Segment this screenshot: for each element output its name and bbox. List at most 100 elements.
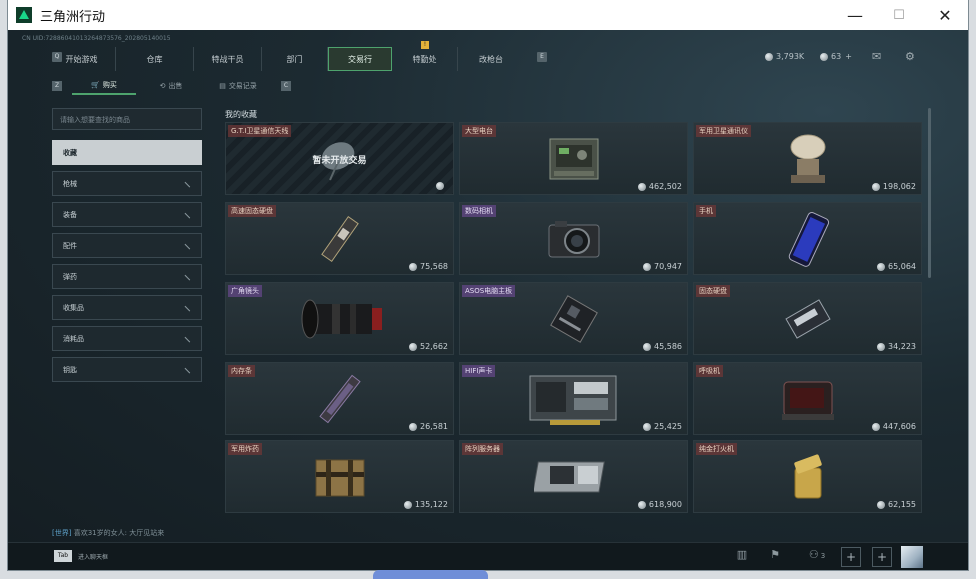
add-currency-button[interactable]: + bbox=[845, 52, 852, 61]
lighter-icon bbox=[793, 453, 822, 498]
coin-icon bbox=[765, 52, 773, 61]
item-price: 618,900 bbox=[637, 500, 682, 509]
tab-label: 部门 bbox=[286, 54, 303, 64]
tab-key[interactable]: Tab bbox=[54, 550, 72, 562]
filter-label: 消耗品 bbox=[63, 334, 84, 343]
grid-scrollbar[interactable] bbox=[928, 108, 931, 278]
radio-station-icon bbox=[549, 138, 598, 179]
item-card[interactable]: 广角镜头 52,662 bbox=[225, 282, 454, 355]
item-name: ASOS电脑主板 bbox=[462, 285, 516, 297]
item-price: 26,581 bbox=[409, 422, 448, 431]
open-chat-button[interactable]: 进入聊天框 bbox=[78, 552, 108, 561]
item-card[interactable]: 军用炸药 135,122 bbox=[225, 440, 454, 513]
item-price: 25,425 bbox=[643, 422, 682, 431]
coin-icon bbox=[637, 500, 646, 509]
tab-label: 开始游戏 bbox=[65, 54, 98, 64]
filter-favorites[interactable]: 收藏 bbox=[52, 140, 202, 165]
broadcast-icon[interactable]: ⚑ bbox=[765, 548, 785, 566]
tab-label: 改枪台 bbox=[479, 54, 503, 64]
item-price: 34,223 bbox=[877, 342, 916, 351]
add-teammate-button[interactable]: + bbox=[872, 547, 892, 567]
item-card[interactable]: 高速固态硬盘 75,568 bbox=[225, 202, 454, 275]
item-name: 内存条 bbox=[228, 365, 255, 377]
subtab-history[interactable]: ▤ 交易记录 bbox=[206, 76, 270, 95]
mail-icon[interactable]: ✉ bbox=[872, 50, 881, 63]
gear-icon[interactable]: ⚙ bbox=[905, 50, 915, 63]
item-card[interactable]: G.T.I卫星通信天线 暂未开放交易 bbox=[225, 122, 454, 195]
coin-balance: 3,793K bbox=[765, 52, 804, 61]
item-card[interactable]: 数码相机 70,947 bbox=[459, 202, 688, 275]
filter-attachments[interactable]: 配件 bbox=[52, 233, 202, 258]
item-name: 军用炸药 bbox=[228, 443, 262, 455]
search-input[interactable]: 请输入想要查找的商品 bbox=[52, 108, 202, 130]
filter-ammo[interactable]: 弹药 bbox=[52, 264, 202, 289]
ram-icon bbox=[318, 374, 361, 423]
item-name: 固态硬盘 bbox=[696, 285, 730, 297]
filter-collectibles[interactable]: 收集品 bbox=[52, 295, 202, 320]
item-card[interactable]: 固态硬盘 34,223 bbox=[693, 282, 922, 355]
subtab-sell[interactable]: ⟲ 出售 bbox=[139, 76, 203, 95]
tab-market[interactable]: 交易行 bbox=[328, 47, 392, 71]
item-name: 阵列服务器 bbox=[462, 443, 503, 455]
price-value: 45,586 bbox=[654, 342, 682, 351]
item-name: 呼吸机 bbox=[696, 365, 723, 377]
item-card[interactable]: 军用卫星通讯仪 198,062 bbox=[693, 122, 922, 195]
chat-preview[interactable]: [世界] 喜欢31岁的女人: 大厅见站来 bbox=[52, 528, 164, 538]
tab-operators[interactable]: 特战干员 bbox=[194, 47, 262, 71]
tab-start-game[interactable]: 开始游戏 bbox=[48, 47, 116, 71]
item-card[interactable]: 大型电台 462,502 bbox=[459, 122, 688, 195]
item-card[interactable]: 手机 65,064 bbox=[693, 202, 922, 275]
item-price: 65,064 bbox=[877, 262, 916, 271]
item-card[interactable]: 内存条 26,581 bbox=[225, 362, 454, 435]
chevron-down-icon bbox=[184, 301, 195, 312]
filter-equipment[interactable]: 装备 bbox=[52, 202, 202, 227]
price-value: 462,502 bbox=[648, 182, 682, 191]
minimize-button[interactable]: — bbox=[832, 0, 878, 30]
coin-icon bbox=[643, 262, 651, 271]
subtab-label: 出售 bbox=[168, 81, 183, 90]
sell-icon: ⟲ bbox=[159, 81, 166, 90]
item-price: 135,122 bbox=[403, 500, 448, 509]
tab-special-ops[interactable]: ! 特勤处 bbox=[392, 41, 458, 71]
add-teammate-button[interactable]: + bbox=[841, 547, 861, 567]
coin-icon bbox=[877, 342, 885, 351]
item-card[interactable]: 纯金打火机 62,155 bbox=[693, 440, 922, 513]
item-price: 45,586 bbox=[643, 342, 682, 351]
chevron-down-icon bbox=[184, 177, 195, 188]
price-value: 135,122 bbox=[414, 500, 448, 509]
item-card[interactable]: 阵列服务器 618,900 bbox=[459, 440, 688, 513]
price-value: 26,581 bbox=[420, 422, 448, 431]
nav-next-key[interactable]: E bbox=[537, 52, 547, 62]
tab-label: 仓库 bbox=[146, 54, 163, 64]
stats-icon[interactable]: ▥ bbox=[732, 548, 752, 566]
price-value: 65,064 bbox=[888, 262, 916, 271]
coin-icon bbox=[871, 422, 880, 431]
item-card[interactable]: 呼吸机 447,606 bbox=[693, 362, 922, 435]
price-value: 62,155 bbox=[888, 500, 916, 509]
filter-guns[interactable]: 枪械 bbox=[52, 171, 202, 196]
subtab-next-key[interactable]: C bbox=[281, 81, 291, 91]
avatar[interactable] bbox=[901, 546, 923, 568]
filter-keys[interactable]: 钥匙 bbox=[52, 357, 202, 382]
ticket-balance[interactable]: 63 + bbox=[820, 52, 852, 61]
game-area: CN UID:7288604101326487357​6_2028051400​… bbox=[8, 30, 968, 570]
filter-label: 配件 bbox=[63, 241, 77, 250]
tab-department[interactable]: 部门 bbox=[262, 47, 328, 71]
maximize-button[interactable]: ☐ bbox=[876, 0, 922, 30]
filter-consumables[interactable]: 消耗品 bbox=[52, 326, 202, 351]
tab-warehouse[interactable]: 仓库 bbox=[116, 47, 194, 71]
friends-icon[interactable]: ⚇ 3 bbox=[804, 548, 830, 566]
subtab-buy[interactable]: 🛒 购买 bbox=[72, 76, 136, 95]
item-card[interactable]: HIFI声卡 25,425 bbox=[459, 362, 688, 435]
window-title: 三角洲行动 bbox=[40, 9, 106, 25]
ssd-icon bbox=[320, 215, 359, 262]
tab-gunsmith[interactable]: 改枪台 bbox=[458, 47, 524, 71]
subtab-prev-key[interactable]: Z bbox=[52, 81, 62, 91]
coin-icon bbox=[409, 422, 417, 431]
item-name: HIFI声卡 bbox=[462, 365, 496, 377]
item-card[interactable]: ASOS电脑主板 45,586 bbox=[459, 282, 688, 355]
ventilator-icon bbox=[781, 381, 834, 420]
top-nav: 开始游戏 仓库 特战干员 部门 交易行 ! 特勤处 改枪台 bbox=[48, 41, 524, 71]
close-button[interactable]: ✕ bbox=[922, 0, 968, 30]
tab-label: 特勤处 bbox=[412, 54, 437, 64]
